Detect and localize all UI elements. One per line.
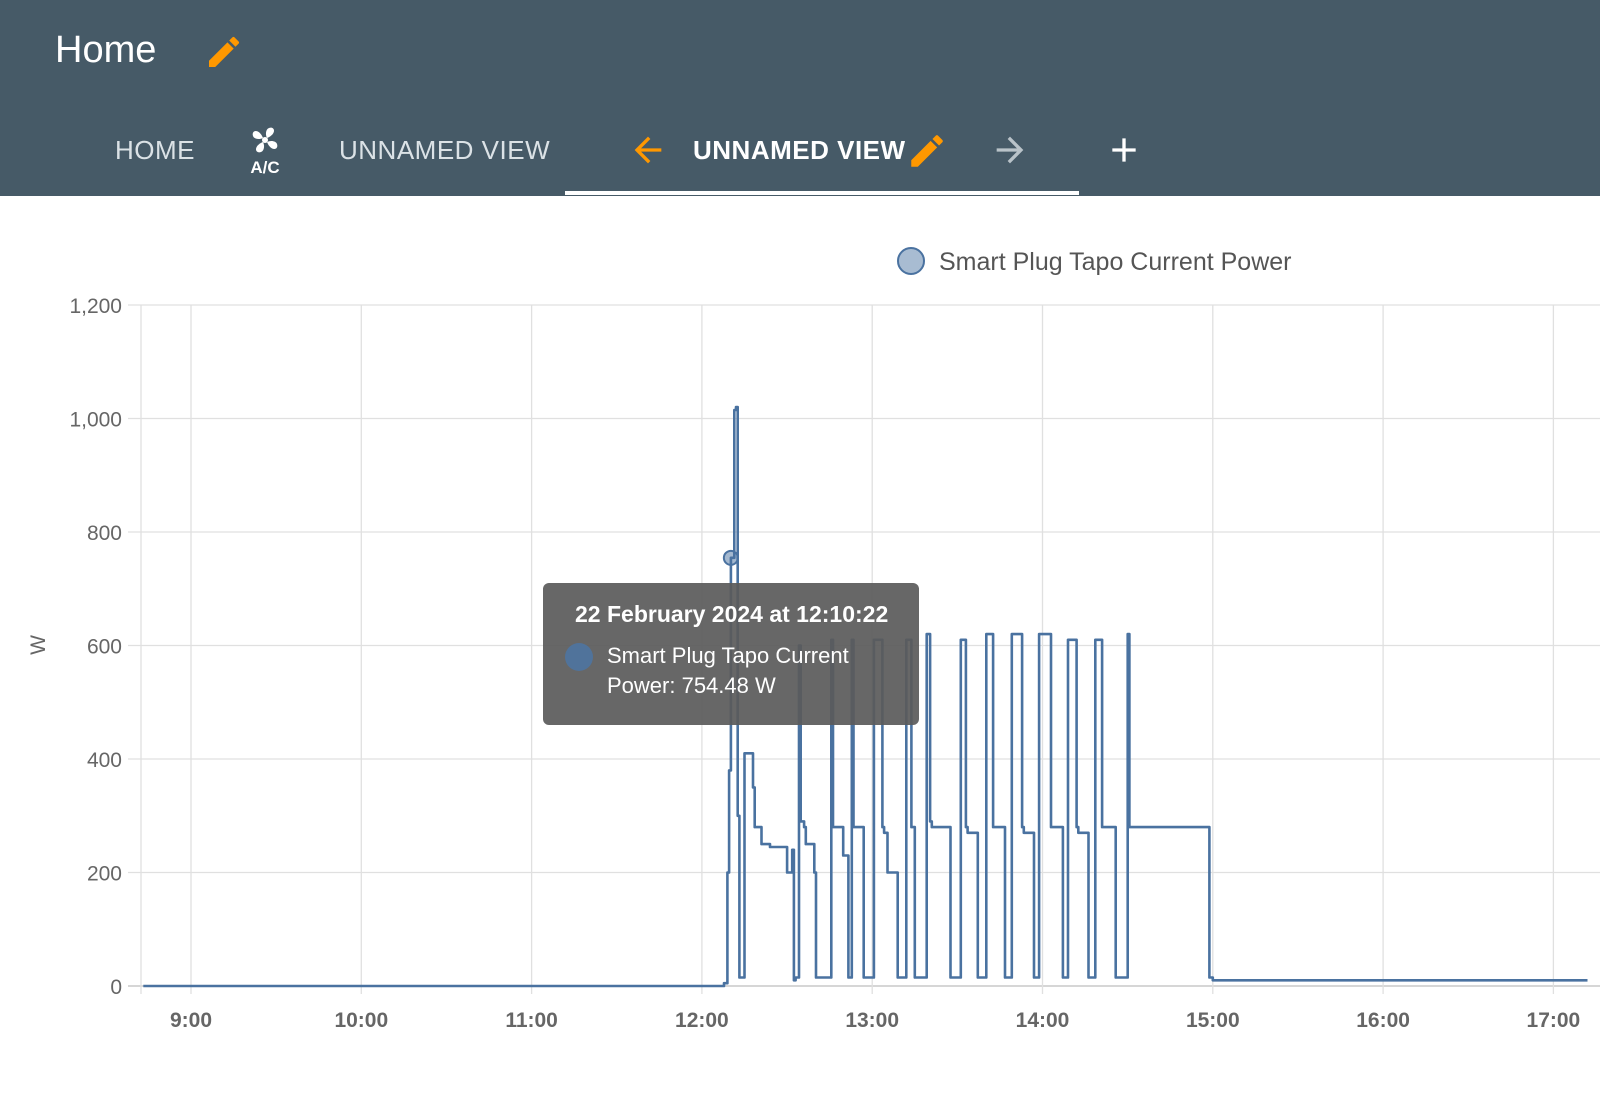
- x-tick-label: 10:00: [334, 1009, 388, 1032]
- page-title: Home: [55, 29, 157, 71]
- history-graph-card: 0 200 400 600 800 1,000 1,200 9:00 10:00 11:00 12…: [0, 198, 1600, 1088]
- legend-swatch: [897, 247, 925, 275]
- x-tick-label: 13:00: [845, 1009, 899, 1032]
- x-tick-label: 16:00: [1356, 1009, 1410, 1032]
- fan-icon: A/C: [250, 127, 280, 177]
- x-tick-label: 14:00: [1016, 1009, 1070, 1032]
- chart-legend[interactable]: Smart Plug Tapo Current Power: [897, 247, 1291, 276]
- x-tick-label: 15:00: [1186, 1009, 1240, 1032]
- arrow-right-icon: [996, 136, 1024, 164]
- move-view-left-button[interactable]: [628, 130, 668, 170]
- active-tab-indicator: [565, 191, 1079, 195]
- chart-tooltip: 22 February 2024 at 12:10:22 Smart Plug …: [543, 583, 919, 725]
- tooltip-series-swatch: [565, 643, 593, 671]
- x-tick-label: 9:00: [170, 1009, 212, 1032]
- y-tick-label: 1,000: [69, 409, 122, 432]
- edit-view-button[interactable]: [906, 130, 948, 172]
- tab-unnamed-view[interactable]: UNNAMED VIEW: [339, 132, 550, 168]
- y-tick-label: 400: [87, 749, 122, 772]
- y-tick-label: 0: [110, 976, 122, 999]
- arrow-left-icon: [634, 136, 662, 164]
- x-tick-label: 12:00: [675, 1009, 729, 1032]
- y-tick-label: 200: [87, 863, 122, 886]
- legend-label: Smart Plug Tapo Current Power: [939, 248, 1291, 276]
- y-tick-label: 1,200: [69, 295, 122, 318]
- hover-point-marker: [722, 549, 739, 566]
- edit-dashboard-pencil-icon[interactable]: [204, 32, 244, 72]
- y-axis-label: W: [27, 635, 50, 655]
- x-tick-label: 11:00: [505, 1009, 558, 1032]
- tab-home[interactable]: HOME: [115, 132, 195, 168]
- pencil-icon: [911, 135, 943, 167]
- app-header: Home HOME A/C UNNAMED VIEW UNNAMED VIEW: [0, 0, 1600, 196]
- tooltip-series-line-1: Smart Plug Tapo Current: [607, 643, 849, 668]
- move-view-right-button[interactable]: [990, 130, 1030, 170]
- x-tick-label: 17:00: [1527, 1009, 1581, 1032]
- tooltip-series-line-2: Power: 754.48 W: [607, 673, 776, 698]
- tab-unnamed-view-active[interactable]: UNNAMED VIEW: [693, 132, 906, 168]
- y-tick-label: 600: [87, 636, 122, 659]
- y-tick-label: 800: [87, 522, 122, 545]
- tab-ac[interactable]: A/C: [244, 126, 286, 177]
- add-view-button[interactable]: [1104, 130, 1144, 170]
- tooltip-title: 22 February 2024 at 12:10:22: [575, 601, 889, 627]
- pencil-icon: [209, 36, 240, 67]
- tab-ac-label: A/C: [250, 158, 279, 176]
- plus-icon: [1112, 138, 1136, 162]
